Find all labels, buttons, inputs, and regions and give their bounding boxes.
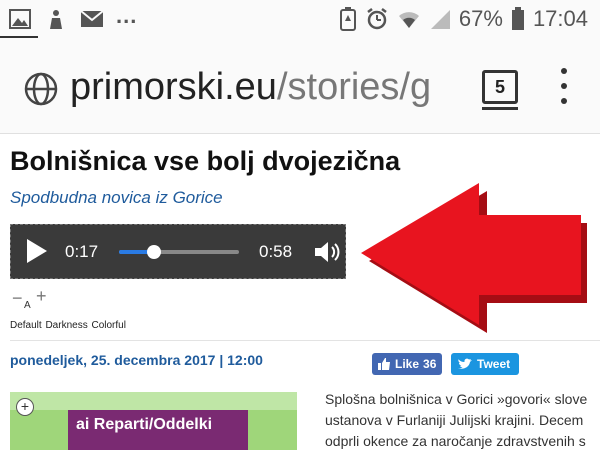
url-host: primorski.eu (70, 66, 277, 108)
like-label: Like (395, 357, 420, 371)
battery-saver-icon (339, 7, 356, 31)
system-status: 67% 17:04 (339, 6, 588, 32)
wifi-icon (398, 12, 419, 28)
font-size-label: A (24, 300, 31, 311)
hospital-sign: ai Reparti/Oddelki (68, 410, 248, 450)
mail-notification-icon (80, 8, 104, 30)
tab-count: 5 (494, 76, 505, 97)
download-notification-icon (44, 8, 68, 30)
tweet-label: Tweet (477, 357, 511, 371)
like-count: 36 (423, 357, 437, 371)
status-bar: ... 67% 17:04 (0, 0, 600, 40)
body-line: Splošna bolnišnica v Gorici »govori« slo… (325, 391, 588, 407)
article-subtitle: Spodbudna novica iz Gorice (10, 188, 223, 207)
article-title: Bolnišnica vse bolj dvojezična (10, 146, 401, 176)
font-size-controls: − A + (10, 286, 50, 312)
body-line: odprli okence za naročanje zdravstvenih … (325, 433, 586, 449)
overflow-menu-icon[interactable] (556, 68, 572, 104)
notification-icons: ... (8, 3, 137, 30)
article-date: ponedeljek, 25. decembra 2017 | 12:00 (10, 352, 263, 368)
body-line: ustanova v Furlaniji Julijski krajini. D… (325, 412, 584, 428)
twitter-bird-icon (458, 358, 472, 369)
globe-icon[interactable] (24, 72, 58, 106)
total-time: 0:58 (259, 242, 293, 261)
signal-icon (430, 10, 450, 29)
photo-sign-text: ai Reparti/Oddelki (76, 416, 213, 433)
seek-bar[interactable] (119, 245, 239, 259)
url-path: /stories/g (276, 66, 432, 108)
red-arrow-annotation (361, 183, 587, 333)
play-icon[interactable] (27, 239, 47, 263)
battery-icon (511, 7, 524, 30)
alarm-icon (367, 8, 387, 30)
seek-thumb[interactable] (146, 245, 161, 259)
audio-player: 0:17 0:58 (10, 224, 346, 279)
theme-options[interactable]: Default Darkness Colorful (10, 320, 126, 331)
image-notification-icon (8, 8, 32, 30)
browser-toolbar: primorski.eu/stories/g 5 (0, 40, 600, 134)
article-photo[interactable]: ai Reparti/Oddelki + (10, 392, 297, 450)
battery-percentage: 67% (458, 6, 503, 31)
thumbs-up-icon (378, 358, 390, 370)
zoom-in-icon[interactable]: + (16, 398, 34, 416)
clock-time: 17:04 (532, 6, 588, 31)
facebook-like-button[interactable]: Like 36 (372, 353, 442, 375)
volume-icon[interactable] (313, 240, 341, 264)
active-notification-underline (0, 36, 38, 38)
article-body: Splošna bolnišnica v Gorici »govori« slo… (325, 389, 600, 452)
current-time: 0:17 (65, 242, 99, 261)
more-notifications-indicator: ... (116, 3, 138, 28)
increase-font-button[interactable]: + (36, 286, 47, 307)
url-field[interactable]: primorski.eu/stories/g (70, 66, 464, 109)
decrease-font-button[interactable]: − (12, 288, 23, 309)
tab-switcher-button[interactable]: 5 (482, 70, 518, 110)
tweet-button[interactable]: Tweet (451, 353, 519, 375)
divider (10, 340, 600, 341)
